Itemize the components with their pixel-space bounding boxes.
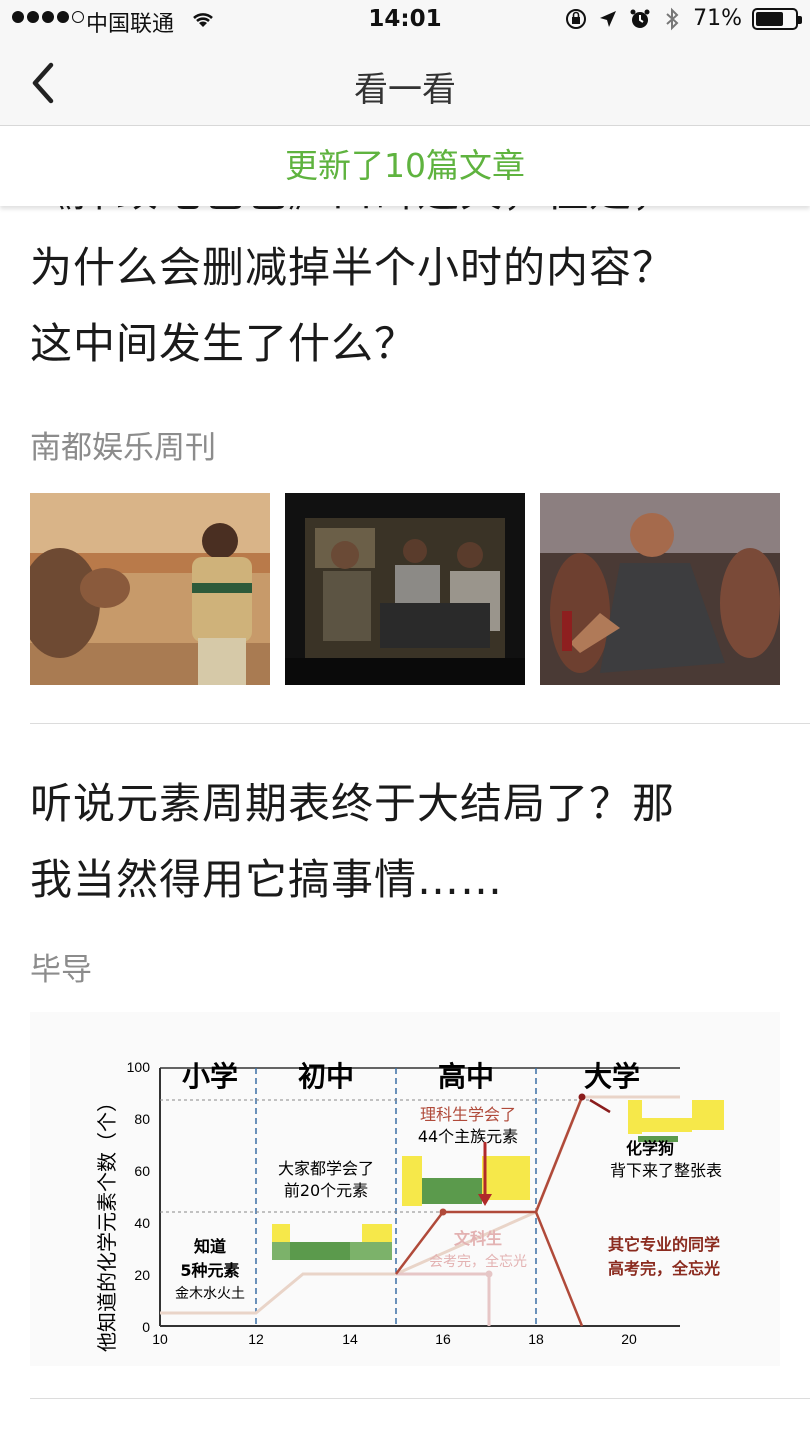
alarm-icon <box>629 8 651 30</box>
stage-label: 小学 <box>182 1060 238 1093</box>
thumbnail-image[interactable] <box>285 493 525 685</box>
annotation: 背下来了整张表 <box>610 1161 722 1180</box>
annotation: 金木水火土 <box>175 1286 245 1302</box>
article-source: 毕导 <box>30 952 92 988</box>
thumbnail-image[interactable] <box>30 493 270 685</box>
y-tick-label: 80 <box>134 1111 150 1127</box>
x-tick-label: 18 <box>528 1331 544 1347</box>
annotation: 其它专业的同学 <box>608 1235 720 1254</box>
article-feed[interactable]: 《摔跤吧爸爸》口碑逆天，但是， 为什么会删减掉半个小时的内容？ 这中间发生了什么… <box>0 186 810 1440</box>
annotation: 理科生学会了 <box>420 1105 516 1124</box>
update-banner[interactable]: 更新了10篇文章 <box>0 126 810 206</box>
annotation: 前20个元素 <box>284 1181 368 1200</box>
x-tick-label: 16 <box>435 1331 451 1347</box>
annotation: 大家都学会了 <box>278 1159 374 1178</box>
series-line-arts <box>396 1272 491 1326</box>
article-thumbnails[interactable] <box>30 493 780 685</box>
y-tick-label: 20 <box>134 1267 150 1283</box>
article-title-line: 为什么会删减掉半个小时的内容？ <box>30 243 676 292</box>
article-title-line: 我当然得用它搞事情…… <box>30 855 504 904</box>
annotation: 化学狗 <box>626 1139 674 1158</box>
article-source: 南都娱乐周刊 <box>30 430 216 466</box>
article-divider <box>30 723 810 724</box>
annotation: 文科生 <box>454 1229 502 1248</box>
orientation-lock-icon <box>565 8 587 30</box>
article-title[interactable]: 《摔跤吧爸爸》口碑逆天，但是， 为什么会删减掉半个小时的内容？ 这中间发生了什么… <box>30 186 780 382</box>
annotation: 5种元素 <box>180 1261 239 1280</box>
article-chart-image[interactable]: 0 20 40 60 80 100 10 12 14 16 18 20 他知道的… <box>30 1012 780 1366</box>
x-tick-label: 10 <box>152 1331 168 1347</box>
article-title-line: 听说元素周期表终于大结局了？那 <box>30 779 676 828</box>
periodic-table-college <box>628 1100 724 1142</box>
y-tick-label: 0 <box>142 1319 150 1335</box>
element-knowledge-chart: 0 20 40 60 80 100 10 12 14 16 18 20 他知道的… <box>95 1059 724 1352</box>
status-bar: 中国联通 14:01 71% <box>0 0 810 40</box>
navigation-bar: 看一看 <box>0 40 810 126</box>
article-divider <box>30 1398 810 1399</box>
bluetooth-icon <box>661 7 683 30</box>
annotation: 44个主族元素 <box>418 1127 518 1146</box>
periodic-table-high <box>402 1156 530 1206</box>
annotation: 会考完，全忘光 <box>429 1253 527 1270</box>
stage-label: 高中 <box>438 1060 494 1093</box>
y-axis-label: 他知道的化学元素个数（个） <box>95 1092 119 1352</box>
battery-fill <box>756 11 783 26</box>
y-tick-label: 60 <box>134 1163 150 1179</box>
stage-label: 初中 <box>298 1060 354 1093</box>
annotation: 知道 <box>194 1237 226 1256</box>
x-tick-label: 20 <box>621 1331 637 1347</box>
x-tick-label: 14 <box>342 1331 358 1347</box>
stage-label: 大学 <box>584 1060 640 1093</box>
battery-percent: 71% <box>693 6 742 31</box>
periodic-table-middle <box>272 1224 392 1260</box>
battery-icon <box>752 7 802 30</box>
x-tick-label: 12 <box>248 1331 264 1347</box>
article-title[interactable]: 听说元素周期表终于大结局了？那 我当然得用它搞事情…… <box>30 766 780 918</box>
thumbnail-image[interactable] <box>540 493 780 685</box>
location-icon <box>597 8 619 30</box>
article-title-line: 这中间发生了什么？ <box>30 319 418 368</box>
page-title: 看一看 <box>354 70 456 110</box>
y-tick-label: 40 <box>134 1215 150 1231</box>
y-tick-label: 100 <box>127 1059 151 1075</box>
annotation: 高考完，全忘光 <box>608 1259 720 1278</box>
